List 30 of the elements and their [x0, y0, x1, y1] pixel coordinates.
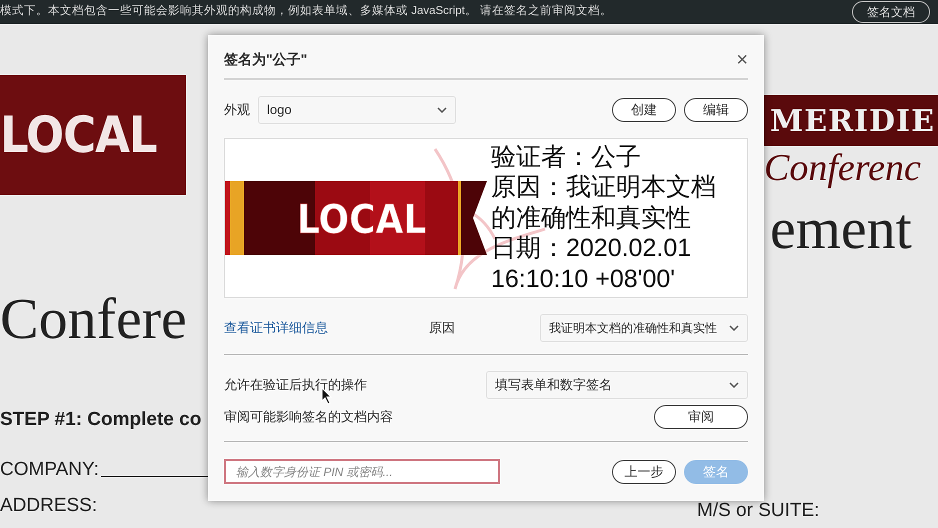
- appearance-action-button[interactable]: 创建: [612, 98, 676, 122]
- logo-title: MERIDIE: [764, 95, 938, 146]
- dialog-title: 签名为"公子": [224, 50, 308, 69]
- review-button[interactable]: 审阅: [654, 405, 748, 429]
- certificate-details-link[interactable]: 查看证书详细信息: [224, 318, 429, 338]
- reason-label: 原因: [429, 319, 456, 338]
- heading-text: Confere: [0, 285, 188, 353]
- field-label: COMPANY:: [0, 458, 99, 480]
- field-label: M/S or SUITE:: [697, 500, 820, 522]
- back-button[interactable]: 上一步: [612, 460, 676, 484]
- chevron-down-icon: [729, 382, 739, 388]
- chevron-down-icon: [729, 325, 739, 331]
- heading-text: ement: [770, 195, 913, 263]
- logo-text: LOCAL: [0, 75, 186, 195]
- signature-details-text: 验证者：公子 原因：我证明本文档的准确性和真实性 日期：2020.02.01 16:10:10 +08'00': [491, 142, 717, 294]
- permissions-dropdown[interactable]: 填写表单和数字签名: [486, 371, 748, 399]
- sign-document-button[interactable]: 签名文档: [852, 1, 930, 23]
- reason-dropdown[interactable]: 我证明本文档的准确性和真实性: [540, 314, 748, 342]
- logo-subtitle: Conferenc: [764, 146, 922, 190]
- close-button[interactable]: ×: [736, 50, 748, 70]
- notice-text: 模式下。本文档包含一些可能会影响其外观的构成物，例如表单域、多媒体或 JavaScript。 请在签名之前审阅文档。: [0, 3, 612, 20]
- review-label: 审阅可能影响签名的文档内容: [224, 408, 393, 426]
- pin-field[interactable]: 输入数字身份证 PIN 或密码...: [224, 459, 500, 484]
- appearance-dropdown[interactable]: logo: [258, 96, 456, 124]
- appearance-action-button[interactable]: 编辑: [684, 98, 748, 122]
- chevron-down-icon: [437, 107, 447, 113]
- field-label: ADDRESS:: [0, 494, 98, 516]
- step-heading: STEP #1: Complete co: [0, 408, 202, 432]
- logo-text: LOCAL: [297, 197, 426, 243]
- appearance-label: 外观: [224, 101, 250, 120]
